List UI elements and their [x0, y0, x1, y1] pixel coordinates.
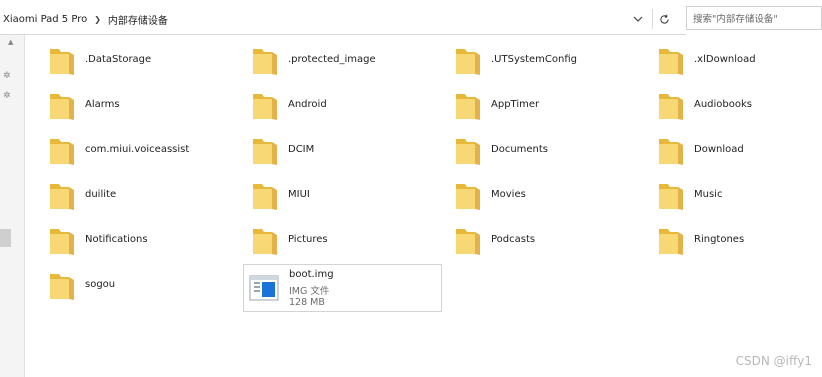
chevron-down-icon — [633, 16, 643, 22]
folder-icon — [456, 49, 480, 75]
folder-label: Documents — [491, 144, 549, 155]
folder-label: Download — [694, 144, 744, 155]
folder-label: Movies — [491, 189, 526, 200]
folder-icon — [50, 274, 74, 300]
scroll-up-icon[interactable]: ▲ — [8, 38, 13, 46]
breadcrumb-device[interactable]: Xiaomi Pad 5 Pro — [3, 14, 87, 25]
folder-label: Notifications — [85, 234, 148, 245]
chevron-right-icon[interactable]: ❯ — [94, 15, 101, 24]
folder-label: .DataStorage — [85, 54, 152, 65]
folder-label: AppTimer — [491, 99, 540, 110]
folder-item[interactable]: Movies — [455, 176, 635, 214]
folder-label: .UTSystemConfig — [491, 54, 577, 65]
folder-item[interactable]: Podcasts — [455, 221, 635, 259]
folder-label: Android — [288, 99, 327, 110]
folder-label: .protected_image — [288, 54, 376, 65]
refresh-button[interactable] — [652, 9, 675, 29]
folder-icon — [456, 229, 480, 255]
folder-item[interactable]: .xlDownload — [658, 41, 822, 79]
folder-label: Alarms — [85, 99, 120, 110]
scrollbar-thumb[interactable] — [0, 229, 11, 247]
folder-label: .xlDownload — [694, 54, 756, 65]
folder-item[interactable]: Music — [658, 176, 822, 214]
folder-item[interactable]: AppTimer — [455, 86, 635, 124]
folder-icon — [50, 139, 74, 165]
folder-icon — [456, 139, 480, 165]
file-type: IMG 文件 — [289, 286, 330, 297]
folder-item[interactable]: .UTSystemConfig — [455, 41, 635, 79]
file-name: boot.img — [289, 269, 334, 280]
folder-icon — [253, 49, 277, 75]
folder-item[interactable]: Alarms — [49, 86, 229, 124]
folder-icon — [659, 139, 683, 165]
file-item-boot-img[interactable]: boot.img IMG 文件 128 MB — [243, 264, 442, 312]
folder-icon — [456, 184, 480, 210]
folder-label: Podcasts — [491, 234, 536, 245]
watermark: CSDN @iffy1 — [735, 354, 812, 368]
folder-icon — [50, 229, 74, 255]
folder-item[interactable]: .protected_image — [252, 41, 432, 79]
folder-label: MIUI — [288, 189, 310, 200]
folder-item[interactable]: MIUI — [252, 176, 432, 214]
address-bar[interactable]: Xiaomi Pad 5 Pro ❯ 内部存储设备 — [0, 0, 678, 35]
folder-label: Ringtones — [694, 234, 745, 245]
folder-icon — [50, 184, 74, 210]
divider — [678, 0, 686, 35]
folder-item[interactable]: Audiobooks — [658, 86, 822, 124]
file-size: 128 MB — [289, 297, 325, 308]
folder-item[interactable]: Download — [658, 131, 822, 169]
refresh-icon — [659, 14, 669, 24]
folder-item[interactable]: DCIM — [252, 131, 432, 169]
folder-item[interactable]: Documents — [455, 131, 635, 169]
folder-icon — [253, 184, 277, 210]
folder-icon — [659, 49, 683, 75]
folder-label: com.miui.voiceassist — [85, 144, 190, 155]
folder-item[interactable]: Android — [252, 86, 432, 124]
folder-item[interactable]: sogou — [49, 266, 229, 304]
folder-item[interactable]: com.miui.voiceassist — [49, 131, 229, 169]
folder-label: Pictures — [288, 234, 328, 245]
breadcrumb-internal-storage[interactable]: 内部存储设备 — [108, 12, 168, 27]
folder-item[interactable]: duilite — [49, 176, 229, 214]
folder-label: sogou — [85, 279, 116, 290]
search-input[interactable]: 搜索"内部存储设备" — [686, 6, 822, 30]
folder-label: Music — [694, 189, 723, 200]
folder-icon — [456, 94, 480, 120]
folder-icon — [50, 94, 74, 120]
folder-icon — [659, 184, 683, 210]
breadcrumb: Xiaomi Pad 5 Pro ❯ 内部存储设备 — [3, 12, 168, 27]
folder-icon — [253, 94, 277, 120]
folder-icon — [659, 229, 683, 255]
folder-icon — [253, 139, 277, 165]
folder-item[interactable]: Notifications — [49, 221, 229, 259]
folder-icon — [50, 49, 74, 75]
folder-label: Audiobooks — [694, 99, 753, 110]
folder-item[interactable]: .DataStorage — [49, 41, 229, 79]
folder-label: DCIM — [288, 144, 315, 155]
pin-icon[interactable]: ✲ — [3, 71, 17, 81]
history-dropdown-button[interactable] — [627, 9, 649, 29]
folder-item[interactable]: Pictures — [252, 221, 432, 259]
disk-image-icon — [249, 275, 279, 301]
folder-icon — [253, 229, 277, 255]
folder-item[interactable]: Ringtones — [658, 221, 822, 259]
navigation-pane[interactable]: ▲ ✲ ✲ — [0, 35, 25, 377]
pin-icon[interactable]: ✲ — [3, 91, 17, 101]
folder-label: duilite — [85, 189, 117, 200]
folder-icon — [659, 94, 683, 120]
